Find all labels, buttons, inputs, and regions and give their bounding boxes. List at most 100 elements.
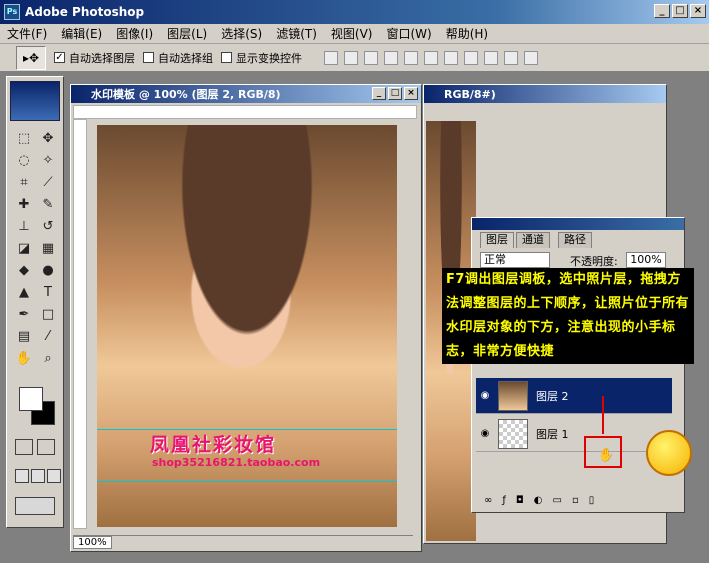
- watermark-url: shop35216821.taobao.com: [152, 456, 321, 469]
- menu-image[interactable]: 图像(I): [109, 25, 160, 42]
- tab-layers[interactable]: 图层: [480, 232, 514, 248]
- folder-icon[interactable]: ▭: [553, 495, 562, 506]
- new-layer-icon[interactable]: ▫: [572, 495, 579, 506]
- menu-select[interactable]: 选择(S): [214, 25, 269, 42]
- layer-name: 图层 1: [536, 427, 569, 441]
- distribute-center-icon[interactable]: [464, 50, 478, 65]
- dodge-tool-icon[interactable]: ●: [36, 259, 60, 281]
- link-icon[interactable]: ∞: [484, 495, 492, 506]
- minimize-button[interactable]: _: [654, 4, 670, 18]
- close-button[interactable]: ×: [690, 4, 706, 18]
- blur-tool-icon[interactable]: ◆: [12, 259, 36, 281]
- menu-filter[interactable]: 滤镜(T): [269, 25, 324, 42]
- layer-thumbnail: [498, 418, 528, 449]
- doc1-close-button[interactable]: ×: [404, 87, 418, 100]
- align-bottom-icon[interactable]: [364, 50, 378, 65]
- path-select-icon[interactable]: ▲: [12, 281, 36, 303]
- screen-mode-1-icon[interactable]: [15, 469, 29, 483]
- doc1-maximize-button[interactable]: □: [388, 87, 402, 100]
- menubar: 文件(F) 编辑(E) 图像(I) 图层(L) 选择(S) 滤镜(T) 视图(V…: [0, 24, 709, 44]
- quickmask-mode-icon[interactable]: [37, 439, 55, 455]
- layers-bottom-toolbar: ∞ ƒ ◘ ◐ ▭ ▫ ▯: [476, 492, 672, 508]
- doc2-title: RGB/8#): [424, 85, 666, 103]
- layer-thumbnail: [498, 380, 528, 411]
- feather-logo-icon: [10, 81, 60, 121]
- align-top-icon[interactable]: [324, 50, 338, 65]
- maximize-button[interactable]: □: [672, 4, 688, 18]
- tab-channels[interactable]: 通道: [516, 232, 550, 248]
- distribute-top-icon[interactable]: [444, 50, 458, 65]
- layer-name: 图层 2: [536, 389, 569, 403]
- show-transform-checkbox[interactable]: 显示变换控件: [221, 50, 302, 66]
- watermark-title: 凤凰社彩妆馆: [150, 434, 277, 456]
- screen-mode-2-icon[interactable]: [31, 469, 45, 483]
- standard-mode-icon[interactable]: [15, 439, 33, 455]
- options-bar: ▸✥ ✓ 自动选择图层 自动选择组 显示变换控件: [0, 44, 709, 72]
- distribute-bottom-icon[interactable]: [484, 50, 498, 65]
- notes-tool-icon[interactable]: ▤: [12, 325, 36, 347]
- eye-icon[interactable]: ◉: [476, 428, 494, 439]
- marquee-tool-icon[interactable]: ⬚: [12, 127, 36, 149]
- zoom-tool-icon[interactable]: ⌕: [36, 347, 60, 369]
- adjustment-icon[interactable]: ◐: [534, 495, 543, 506]
- blend-mode-select[interactable]: 正常: [480, 252, 550, 268]
- slice-tool-icon[interactable]: ⟋: [36, 171, 60, 193]
- annotation-callout: F7调出图层调板，选中照片层，拖拽方法调整图层的上下顺序，让照片位于所有水印层对…: [442, 268, 694, 364]
- menu-edit[interactable]: 编辑(E): [54, 25, 109, 42]
- align-right-icon[interactable]: [424, 50, 438, 65]
- type-tool-icon[interactable]: T: [36, 281, 60, 303]
- eyedropper-icon[interactable]: ⁄: [36, 325, 60, 347]
- move-tool-preset-icon[interactable]: ▸✥: [16, 45, 46, 70]
- layers-panel-titlebar[interactable]: [472, 218, 684, 230]
- healing-brush-icon[interactable]: ✚: [12, 193, 36, 215]
- jump-to-imageready-icon[interactable]: [15, 497, 55, 515]
- align-hcenter-icon[interactable]: [404, 50, 418, 65]
- status-bar: 100%: [73, 535, 413, 549]
- vertical-ruler[interactable]: [73, 119, 87, 529]
- trash-icon[interactable]: ▯: [589, 495, 595, 506]
- eye-icon[interactable]: ◉: [476, 390, 494, 401]
- layer-row-2[interactable]: ◉ 图层 2: [476, 378, 672, 414]
- screen-mode-3-icon[interactable]: [47, 469, 61, 483]
- align-left-icon[interactable]: [384, 50, 398, 65]
- checkbox-checked-icon: ✓: [54, 52, 65, 63]
- distribute-left-icon[interactable]: [504, 50, 518, 65]
- lasso-tool-icon[interactable]: ◌: [12, 149, 36, 171]
- opacity-input[interactable]: 100%: [626, 252, 666, 268]
- smiley-emoticon-icon: [646, 430, 692, 476]
- shape-tool-icon[interactable]: □: [36, 303, 60, 325]
- layer-style-icon[interactable]: ƒ: [502, 495, 506, 506]
- tab-paths[interactable]: 路径: [558, 232, 592, 248]
- menu-layer[interactable]: 图层(L): [160, 25, 214, 42]
- auto-select-group-checkbox[interactable]: 自动选择组: [143, 50, 213, 66]
- mask-icon[interactable]: ◘: [516, 495, 524, 506]
- gradient-tool-icon[interactable]: ▦: [36, 237, 60, 259]
- stamp-tool-icon[interactable]: ⊥: [12, 215, 36, 237]
- distribute-right-icon[interactable]: [524, 50, 538, 65]
- brush-tool-icon[interactable]: ✎: [36, 193, 60, 215]
- auto-select-layer-checkbox[interactable]: ✓ 自动选择图层: [54, 50, 135, 66]
- pen-tool-icon[interactable]: ✒: [12, 303, 36, 325]
- move-tool-icon[interactable]: ✥: [36, 127, 60, 149]
- history-brush-icon[interactable]: ↺: [36, 215, 60, 237]
- menu-help[interactable]: 帮助(H): [439, 25, 495, 42]
- doc1-title: 水印模板 @ 100% (图层 2, RGB/8): [71, 85, 421, 103]
- magic-wand-icon[interactable]: ✧: [36, 149, 60, 171]
- menu-view[interactable]: 视图(V): [324, 25, 380, 42]
- doc1-minimize-button[interactable]: _: [372, 87, 386, 100]
- foreground-color-swatch[interactable]: [19, 387, 43, 411]
- align-vcenter-icon[interactable]: [344, 50, 358, 65]
- hand-tool-icon[interactable]: ✋: [12, 347, 36, 369]
- crop-tool-icon[interactable]: ⌗: [12, 171, 36, 193]
- menu-file[interactable]: 文件(F): [0, 25, 54, 42]
- guide-line-2: [97, 481, 397, 482]
- eraser-tool-icon[interactable]: ◪: [12, 237, 36, 259]
- zoom-level[interactable]: 100%: [73, 536, 112, 549]
- app-title: Adobe Photoshop: [25, 5, 145, 19]
- horizontal-ruler[interactable]: [73, 105, 417, 119]
- toolbox: ⬚ ✥ ◌ ✧ ⌗ ⟋ ✚ ✎ ⊥ ↺ ◪ ▦ ◆ ● ▲ T ✒ □ ▤ ⁄ ✋ ⌕: [6, 76, 64, 528]
- document-window-1[interactable]: 水印模板 @ 100% (图层 2, RGB/8) _ □ × 100%: [70, 84, 422, 552]
- menu-window[interactable]: 窗口(W): [379, 25, 438, 42]
- arrow-indicator: [602, 396, 604, 434]
- layer-row-1[interactable]: ◉ 图层 1: [476, 416, 672, 452]
